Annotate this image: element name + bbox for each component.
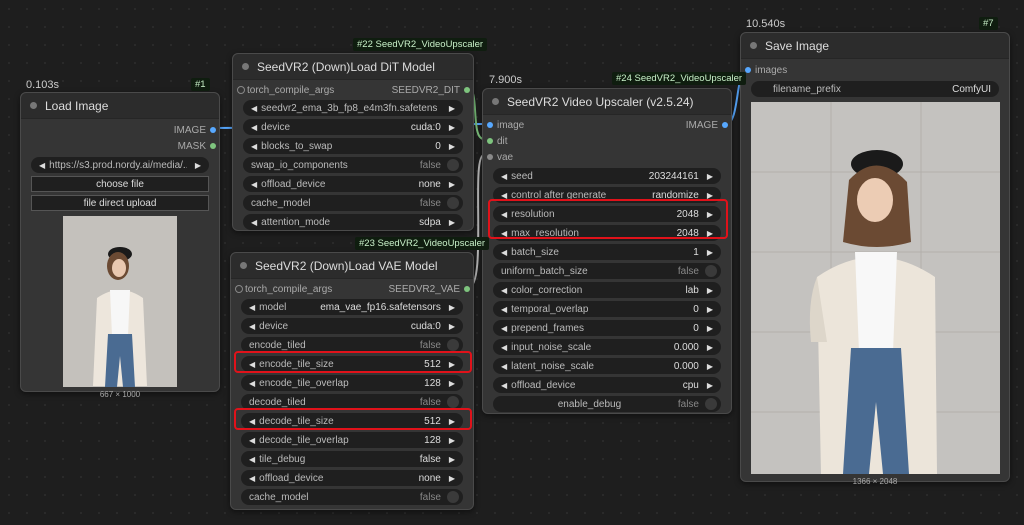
filename-prefix-input[interactable]: filename_prefix ComfyUI [751,81,999,97]
vae-offload-device-combo[interactable]: ◀ offload_device none ▶ [241,470,463,486]
toggle-knob-icon [447,197,459,209]
woman-photo-upscaled [750,102,1000,474]
image-input-socket[interactable]: image [497,120,524,131]
save-image-node[interactable]: Save Image images filename_prefix ComfyU… [740,32,1010,486]
prev-arrow-icon[interactable]: ◀ [251,104,257,113]
prepend-frames-number[interactable]: ◀ prepend_frames 0 ▶ [493,320,721,336]
node-title: Load Image [45,98,109,113]
vae-loader-header[interactable]: SeedVR2 (Down)Load VAE Model [231,253,473,279]
vae-encode-tiled-toggle[interactable]: encode_tiled false [241,337,463,353]
dit-loader-header[interactable]: SeedVR2 (Down)Load DiT Model [233,54,473,80]
collapse-dot-icon[interactable] [30,102,37,109]
collapse-dot-icon[interactable] [492,98,499,105]
images-input-socket[interactable]: images [741,62,1009,78]
load-image-node[interactable]: Load Image IMAGE MASK ◀ https://s3.prod.… [20,92,220,399]
dit-cache-model-toggle[interactable]: cache_model false [243,195,463,211]
input-image-preview [63,216,177,387]
vae-loader-node[interactable]: SeedVR2 (Down)Load VAE Model torch_compi… [230,252,474,510]
color-correction-combo[interactable]: ◀ color_correction lab ▶ [493,282,721,298]
vae-encode-tile-size-number[interactable]: ◀ encode_tile_size 512 ▶ [241,356,463,372]
choose-file-button[interactable]: choose file [31,176,209,192]
offload-device-combo[interactable]: ◀ offload_device cpu ▶ [493,377,721,393]
dit-device-combo[interactable]: ◀ device cuda:0 ▶ [243,119,463,135]
output-image-dimensions: 1366 × 2048 [852,477,898,486]
vae-input-socket[interactable]: vae [483,149,731,165]
vae-decode-tiled-toggle[interactable]: decode_tiled false [241,394,463,410]
upscaler-timing: 7.900s [489,74,523,86]
toggle-knob-icon [705,398,717,410]
image-output-socket[interactable]: IMAGE [686,120,718,131]
node-title: SeedVR2 Video Upscaler (v2.5.24) [507,94,694,109]
next-arrow-icon[interactable]: ▶ [449,104,455,113]
toggle-knob-icon [447,159,459,171]
prev-arrow-icon[interactable]: ◀ [39,161,45,170]
uniform-batch-size-toggle[interactable]: uniform_batch_size false [493,263,721,279]
dit-swap-io-toggle[interactable]: swap_io_components false [243,157,463,173]
toggle-knob-icon [705,265,717,277]
dit-io-row[interactable]: torch_compile_args SEEDVR2_DIT [233,82,473,98]
enable-debug-toggle[interactable]: enable_debug false [493,396,721,412]
output-dot-icon[interactable] [722,122,728,128]
vae-io-row[interactable]: torch_compile_args SEEDVR2_VAE [231,281,473,297]
vae-decode-tile-size-number[interactable]: ◀ decode_tile_size 512 ▶ [241,413,463,429]
node-title: Save Image [765,38,830,53]
vae-encode-tile-overlap-number[interactable]: ◀ encode_tile_overlap 128 ▶ [241,375,463,391]
vae-device-combo[interactable]: ◀ device cuda:0 ▶ [241,318,463,334]
latent-noise-scale-number[interactable]: ◀ latent_noise_scale 0.000 ▶ [493,358,721,374]
seedvr2-dit-output[interactable]: SEEDVR2_DIT [392,85,460,96]
batch-size-number[interactable]: ◀ batch_size 1 ▶ [493,244,721,260]
toggle-knob-icon [447,339,459,351]
next-arrow-icon[interactable]: ▶ [195,161,201,170]
seedvr2-vae-output[interactable]: SEEDVR2_VAE [388,284,460,295]
resolution-number[interactable]: ◀ resolution 2048 ▶ [493,206,721,222]
file-direct-upload-button[interactable]: file direct upload [31,195,209,211]
vae-node-tag: #23 SeedVR2_VideoUpscaler [355,237,490,250]
collapse-dot-icon[interactable] [750,42,757,49]
dit-blocks-to-swap-number[interactable]: ◀ blocks_to_swap 0 ▶ [243,138,463,154]
control-after-generate-combo[interactable]: ◀ control after generate randomize ▶ [493,187,721,203]
dit-input-socket[interactable]: dit [483,133,731,149]
save-image-timing: 10.540s [746,18,786,30]
dit-offload-device-combo[interactable]: ◀ offload_device none ▶ [243,176,463,192]
upscaler-header[interactable]: SeedVR2 Video Upscaler (v2.5.24) [483,89,731,115]
output-image-preview [750,102,1000,474]
output-image-socket[interactable]: IMAGE [21,122,219,138]
image-url-combo[interactable]: ◀ https://s3.prod.nordy.ai/media/... ▶ [31,157,209,173]
upscaler-image-io-row[interactable]: image IMAGE [483,117,731,133]
upscaler-node-tag: #24 SeedVR2_VideoUpscaler [612,72,747,85]
save-image-tag: #7 [979,17,998,30]
torch-compile-args-input[interactable]: torch_compile_args [247,85,334,96]
load-image-header[interactable]: Load Image [21,93,219,119]
dit-loader-node[interactable]: SeedVR2 (Down)Load DiT Model torch_compi… [232,53,474,231]
dit-node-tag: #22 SeedVR2_VideoUpscaler [353,38,488,51]
toggle-knob-icon [447,396,459,408]
vae-decode-tile-overlap-number[interactable]: ◀ decode_tile_overlap 128 ▶ [241,432,463,448]
node-title: SeedVR2 (Down)Load VAE Model [255,258,438,273]
dit-model-combo[interactable]: ◀ seedvr2_ema_3b_fp8_e4m3fn.safetens ...… [243,100,463,116]
max-resolution-number[interactable]: ◀ max_resolution 2048 ▶ [493,225,721,241]
toggle-knob-icon [447,491,459,503]
seed-number[interactable]: ◀ seed 203244161 ▶ [493,168,721,184]
temporal-overlap-number[interactable]: ◀ temporal_overlap 0 ▶ [493,301,721,317]
output-mask-socket[interactable]: MASK [21,138,219,154]
load-image-tag: #1 [191,78,210,91]
collapse-dot-icon[interactable] [242,63,249,70]
vae-cache-model-toggle[interactable]: cache_model false [241,489,463,505]
load-image-timing: 0.103s [26,79,60,91]
vae-model-combo[interactable]: ◀ model ema_vae_fp16.safetensors ▶ [241,299,463,315]
node-title: SeedVR2 (Down)Load DiT Model [257,59,435,74]
save-image-header[interactable]: Save Image [741,33,1009,59]
dit-attention-mode-combo[interactable]: ◀ attention_mode sdpa ▶ [243,214,463,230]
image-dimensions: 667 × 1000 [99,390,141,399]
input-noise-scale-number[interactable]: ◀ input_noise_scale 0.000 ▶ [493,339,721,355]
torch-compile-args-input[interactable]: torch_compile_args [245,284,332,295]
video-upscaler-node[interactable]: SeedVR2 Video Upscaler (v2.5.24) image I… [482,88,732,414]
woman-photo-thumbnail [63,216,177,387]
vae-tile-debug-combo[interactable]: ◀ tile_debug false ▶ [241,451,463,467]
collapse-dot-icon[interactable] [240,262,247,269]
